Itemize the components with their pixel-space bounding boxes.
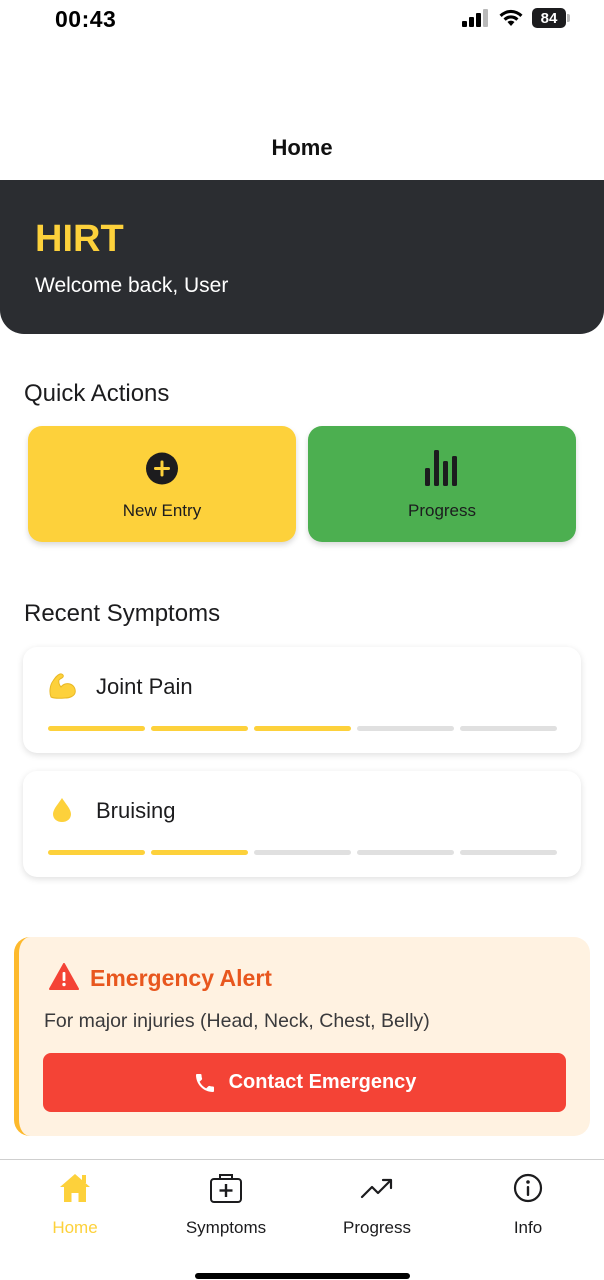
bar-chart-icon	[425, 450, 457, 486]
tab-progress[interactable]: Progress	[302, 1170, 452, 1240]
droplet-icon	[53, 798, 71, 822]
battery-indicator: 84	[532, 8, 570, 28]
info-icon	[513, 1173, 543, 1203]
severity-segment	[357, 726, 454, 731]
severity-bar	[48, 726, 557, 731]
symptom-card-bruising[interactable]: Bruising	[23, 771, 581, 877]
severity-segment	[151, 850, 248, 855]
warning-icon	[49, 963, 79, 990]
severity-segment	[48, 850, 145, 855]
wifi-icon	[499, 9, 523, 26]
home-indicator	[195, 1273, 410, 1279]
recent-symptoms-heading: Recent Symptoms	[24, 600, 221, 627]
severity-segment	[254, 850, 351, 855]
new-entry-button[interactable]: New Entry	[28, 426, 296, 542]
severity-segment	[460, 726, 557, 731]
progress-button[interactable]: Progress	[308, 426, 576, 542]
symptom-name: Joint Pain	[96, 674, 193, 699]
emergency-alert-card: Emergency Alert For major injuries (Head…	[14, 937, 590, 1136]
flexed-arm-icon	[49, 673, 76, 699]
plus-circle-icon	[146, 452, 178, 485]
page-title: Home	[271, 135, 333, 160]
severity-segment	[254, 726, 351, 731]
tab-label: Symptoms	[185, 1218, 267, 1237]
home-icon	[60, 1174, 90, 1202]
tab-home[interactable]: Home	[0, 1170, 150, 1240]
tab-label: Home	[52, 1218, 98, 1237]
symptom-card-joint-pain[interactable]: Joint Pain	[23, 647, 581, 753]
severity-segment	[460, 850, 557, 855]
phone-icon	[195, 1073, 214, 1092]
progress-label: Progress	[407, 501, 477, 520]
contact-emergency-label: Contact Emergency	[228, 1071, 417, 1093]
symptom-name: Bruising	[96, 798, 176, 823]
trending-up-icon	[360, 1178, 393, 1199]
hero-header: HIRT Welcome back, User	[0, 180, 604, 334]
severity-bar	[48, 850, 557, 855]
tab-symptoms[interactable]: Symptoms	[151, 1170, 301, 1240]
welcome-text: Welcome back, User	[35, 274, 229, 297]
alert-title: Emergency Alert	[90, 965, 272, 991]
app-title: HIRT	[35, 218, 124, 260]
status-bar: 00:43 84	[0, 0, 604, 44]
alert-description: For major injuries (Head, Neck, Chest, B…	[44, 1010, 430, 1032]
tab-info[interactable]: Info	[453, 1170, 603, 1240]
severity-segment	[48, 726, 145, 731]
status-icons: 84	[462, 8, 570, 28]
quick-actions-heading: Quick Actions	[24, 380, 170, 407]
severity-segment	[357, 850, 454, 855]
new-entry-label: New Entry	[122, 501, 202, 520]
signal-icon	[462, 9, 488, 27]
tab-label: Progress	[342, 1218, 412, 1237]
battery-level: 84	[540, 9, 558, 27]
status-time: 00:43	[55, 6, 117, 32]
tab-label: Info	[513, 1218, 543, 1237]
tab-bar: Home Symptoms Progress Info	[0, 1159, 604, 1280]
contact-emergency-button[interactable]: Contact Emergency	[43, 1053, 566, 1112]
medical-bag-icon	[210, 1174, 242, 1203]
severity-segment	[151, 726, 248, 731]
